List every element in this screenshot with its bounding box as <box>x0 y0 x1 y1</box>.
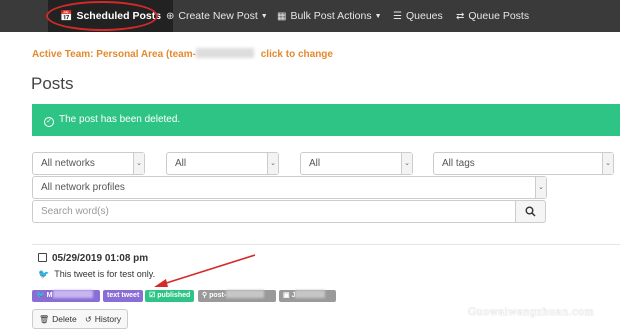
networks-select[interactable]: All networks ⌄ <box>32 152 145 175</box>
active-team-label: Active Team: Personal Area (team- <box>32 49 196 60</box>
twitter-icon: 🐦 <box>38 269 50 279</box>
trash-icon: 🗑 <box>39 315 50 324</box>
network-profiles-select[interactable]: All network profiles ⌄ <box>32 176 547 199</box>
status-badge-label: published <box>157 292 191 299</box>
search-button[interactable] <box>516 200 546 223</box>
history-button-label: History <box>94 314 122 324</box>
tags-select-value: All tags <box>442 158 475 169</box>
tags-select[interactable]: All tags ⌄ <box>433 152 614 175</box>
annotation-ellipse <box>46 1 158 31</box>
change-team-link[interactable]: click to change <box>261 49 333 60</box>
chevron-down-icon: ⌄ <box>602 153 613 174</box>
networks-select-value: All networks <box>41 158 95 169</box>
search-placeholder: Search word(s) <box>41 206 109 217</box>
watermark: Guowaiwangzhuan.com <box>468 307 595 318</box>
owner-badge: ▣ J <box>279 290 336 302</box>
redacted-post-id <box>226 290 265 298</box>
delete-button-label: Delete <box>52 314 77 324</box>
profile-badge: 🐦 M <box>32 290 100 302</box>
nav-queue-posts[interactable]: ⇄ Queue Posts <box>456 0 529 32</box>
nav-create-new-post-label: Create New Post <box>178 10 258 22</box>
check-square-icon: ☑ <box>149 292 156 299</box>
search-input[interactable]: Search word(s) <box>32 200 516 223</box>
post-text: 🐦 This tweet is for test only. <box>38 269 155 280</box>
filter-select-1-value: All <box>175 158 187 169</box>
status-badge: ☑ published <box>145 290 195 302</box>
chevron-down-icon: ⌄ <box>401 153 412 174</box>
chevron-down-icon: ▼ <box>374 13 382 20</box>
post-id-badge: ⚲ post- <box>198 290 276 302</box>
filter-select-2[interactable]: All ⌄ <box>300 152 413 175</box>
redacted-team-id <box>195 48 254 58</box>
delete-button[interactable]: 🗑 Delete <box>32 309 84 329</box>
calendar-icon <box>38 253 47 262</box>
nav-create-new-post[interactable]: ⊕ Create New Post ▼ <box>166 0 268 32</box>
post-date-text: 05/29/2019 01:08 pm <box>52 253 149 264</box>
nav-queues[interactable]: ☰ Queues <box>393 0 443 32</box>
grid-icon: ▦ <box>277 11 287 22</box>
filter-select-2-value: All <box>309 158 321 169</box>
active-team-line: Active Team: Personal Area (team- click … <box>32 48 333 60</box>
chevron-down-icon: ⌄ <box>133 153 144 174</box>
user-icon: ▣ <box>283 292 290 299</box>
filter-select-1[interactable]: All ⌄ <box>166 152 279 175</box>
nav-bulk-post-actions[interactable]: ▦ Bulk Post Actions ▼ <box>277 0 382 32</box>
list-icon: ☰ <box>393 11 402 22</box>
alert-message: The post has been deleted. <box>59 114 181 125</box>
annotation-arrow <box>154 254 256 287</box>
nav-bulk-post-actions-label: Bulk Post Actions <box>290 10 372 22</box>
search-icon <box>525 206 536 217</box>
redacted-owner <box>295 290 326 298</box>
plus-circle-icon: ⊕ <box>166 11 175 22</box>
key-icon: ⚲ <box>202 292 208 299</box>
nav-queues-label: Queues <box>405 10 443 22</box>
check-circle-icon: ✓ <box>44 117 54 127</box>
network-profiles-select-value: All network profiles <box>41 182 125 193</box>
history-button[interactable]: ↺ History <box>79 309 129 329</box>
chevron-down-icon: ▼ <box>260 13 268 20</box>
nav-queue-posts-label: Queue Posts <box>468 10 530 22</box>
refresh-icon: ⇄ <box>456 11 465 22</box>
twitter-icon: 🐦 <box>36 292 45 299</box>
chevron-down-icon: ⌄ <box>535 177 546 198</box>
success-alert: ✓ The post has been deleted. <box>32 104 620 136</box>
post-date: 05/29/2019 01:08 pm <box>38 253 148 264</box>
type-badge: text tweet <box>103 290 144 302</box>
post-id-prefix: post- <box>209 292 227 299</box>
page-title: Posts <box>31 74 74 93</box>
history-icon: ↺ <box>85 315 92 324</box>
chevron-down-icon: ⌄ <box>267 153 278 174</box>
redacted-profile <box>52 290 93 298</box>
post-text-content: This tweet is for test only. <box>54 269 156 279</box>
